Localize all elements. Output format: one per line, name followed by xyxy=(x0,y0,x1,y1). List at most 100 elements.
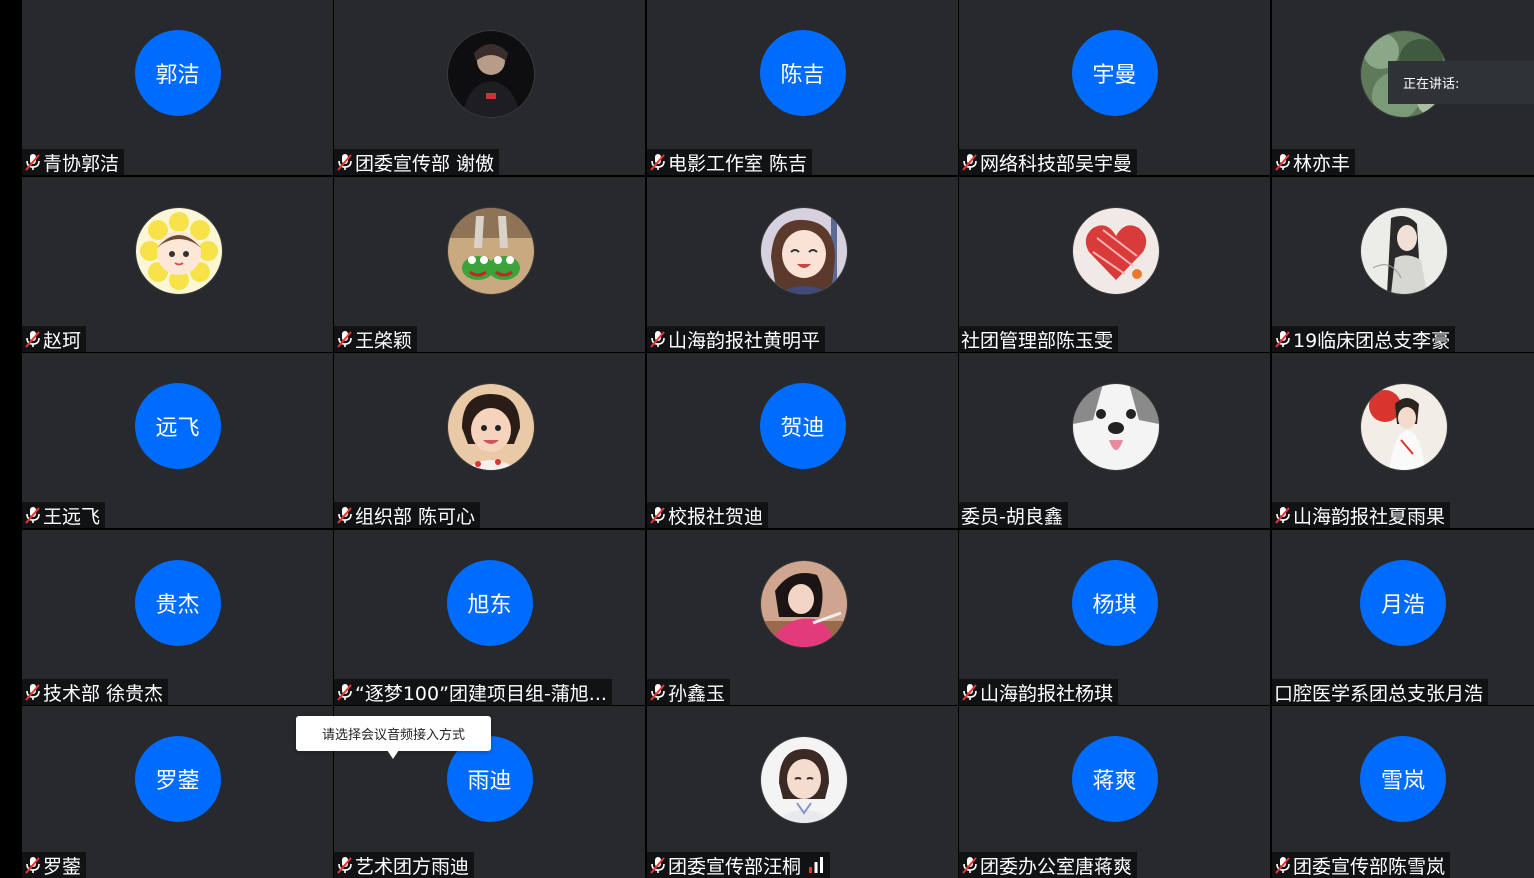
mic-muted-icon xyxy=(961,682,978,702)
avatar-photo xyxy=(1360,383,1448,471)
participant-name: 技术部 徐贵杰 xyxy=(43,682,164,705)
participant-tile[interactable]: 19临床团总支李豪 xyxy=(1272,177,1534,352)
mic-muted-icon xyxy=(1274,329,1291,349)
participant-tile[interactable]: 赵珂 xyxy=(22,177,333,352)
mic-muted-icon xyxy=(24,505,41,525)
participant-name: 组织部 陈可心 xyxy=(355,505,476,528)
participant-name: 团委宣传部陈雪岚 xyxy=(1293,855,1446,878)
participant-name-bar: 委员-胡良鑫 xyxy=(959,502,1068,528)
mic-muted-icon xyxy=(24,329,41,349)
participant-name-bar: 团委宣传部汪桐 xyxy=(647,852,831,878)
avatar-initials: 郭洁 xyxy=(134,30,221,116)
mic-muted-icon xyxy=(961,152,978,172)
mic-muted-icon xyxy=(649,855,666,875)
participant-name-bar: 王远飞 xyxy=(22,502,106,528)
speaking-label: 正在讲话: xyxy=(1403,77,1460,92)
avatar-photo xyxy=(1071,207,1160,295)
participant-name: 口腔医学系团总支张月浩 xyxy=(1274,682,1484,705)
participant-name: 王棨颖 xyxy=(355,329,413,352)
participant-tile[interactable]: 宇曼 网络科技部吴宇曼 xyxy=(959,0,1270,175)
participant-name-bar: 组织部 陈可心 xyxy=(334,502,481,528)
mic-muted-icon xyxy=(336,505,353,525)
participant-tile[interactable]: 杨琪 山海韵报社杨琪 xyxy=(959,530,1270,705)
participant-tile[interactable]: 团委宣传部 谢傲 xyxy=(334,0,645,175)
mic-muted-icon xyxy=(336,682,353,702)
tooltip-arrow xyxy=(387,750,399,759)
participant-name-bar: 赵珂 xyxy=(22,326,87,352)
mic-muted-icon xyxy=(649,152,666,172)
avatar-photo xyxy=(1360,207,1448,295)
participant-name: 青协郭洁 xyxy=(43,152,120,175)
participant-name: 校报社贺迪 xyxy=(668,505,764,528)
participant-name: 罗蓥 xyxy=(43,855,82,878)
participant-name: 王远飞 xyxy=(43,505,101,528)
avatar-photo xyxy=(759,560,848,648)
participant-tile[interactable]: 远飞王远飞 xyxy=(22,353,333,528)
avatar-initials: 月浩 xyxy=(1360,560,1446,646)
participant-name: 委员-胡良鑫 xyxy=(961,505,1063,528)
participant-name-bar: 山海韵报社夏雨果 xyxy=(1272,502,1451,528)
participant-tile[interactable]: 社团管理部陈玉雯 xyxy=(959,177,1270,352)
mic-muted-icon xyxy=(24,152,41,172)
tooltip-text: 请选择会议音频接入方式 xyxy=(321,728,465,743)
avatar-initials: 贵杰 xyxy=(134,560,221,646)
participant-tile[interactable]: 罗蓥 罗蓥 xyxy=(22,706,333,878)
left-edge-strip xyxy=(0,0,22,878)
participant-name-bar: 青协郭洁 xyxy=(22,149,125,175)
participant-name-bar: 社团管理部陈玉雯 xyxy=(959,326,1119,352)
participant-tile[interactable]: 贵杰技术部 徐贵杰 xyxy=(22,530,333,705)
avatar-initials: 贺迪 xyxy=(759,383,846,469)
participant-tile[interactable]: 山海韵报社夏雨果 xyxy=(1272,353,1534,528)
avatar-photo xyxy=(134,207,223,295)
video-grid: 郭洁 青协郭洁 团委宣传部 谢傲 陈吉 电影工作室 陈吉 宇曼 网络科技部吴宇曼 林亦丰 赵珂王… xyxy=(22,0,1534,878)
mic-muted-icon xyxy=(961,855,978,875)
avatar-photo xyxy=(759,736,848,824)
participant-name-bar: 口腔医学系团总支张月浩 xyxy=(1272,679,1489,705)
participant-name-bar: 团委办公室唐蒋爽 xyxy=(959,852,1138,878)
audio-join-tooltip[interactable]: 请选择会议音频接入方式 xyxy=(296,716,491,751)
participant-tile[interactable]: 旭东 “逐梦100”团建项目组-蒲旭... xyxy=(334,530,645,705)
participant-name-bar: 山海韵报社黄明平 xyxy=(647,326,826,352)
participant-name-bar: 19临床团总支李豪 xyxy=(1272,326,1456,352)
participant-name: 赵珂 xyxy=(43,329,82,352)
participant-name: 艺术团方雨迪 xyxy=(355,855,470,878)
mic-muted-icon xyxy=(649,329,666,349)
participant-name-bar: 校报社贺迪 xyxy=(647,502,769,528)
participant-name-bar: 林亦丰 xyxy=(1272,149,1356,175)
participant-name: 孙鑫玉 xyxy=(668,682,726,705)
participant-tile[interactable]: 委员-胡良鑫 xyxy=(959,353,1270,528)
participant-name: 山海韵报社夏雨果 xyxy=(1293,505,1446,528)
mic-muted-icon xyxy=(336,152,353,172)
avatar-initials: 陈吉 xyxy=(759,30,846,116)
participant-name: 山海韵报社黄明平 xyxy=(668,329,821,352)
participant-tile[interactable]: 王棨颖 xyxy=(334,177,645,352)
participant-name-bar: 王棨颖 xyxy=(334,326,418,352)
participant-name: 网络科技部吴宇曼 xyxy=(980,152,1133,175)
mic-muted-icon xyxy=(24,855,41,875)
avatar-initials: 杨琪 xyxy=(1071,560,1158,646)
speaking-indicator-panel: 正在讲话: xyxy=(1388,61,1534,104)
participant-tile[interactable]: 蒋爽团委办公室唐蒋爽 xyxy=(959,706,1270,878)
mic-muted-icon xyxy=(24,682,41,702)
participant-tile[interactable]: 孙鑫玉 xyxy=(647,530,958,705)
participant-tile[interactable]: 郭洁青协郭洁 xyxy=(22,0,333,175)
participant-tile[interactable]: 贺迪校报社贺迪 xyxy=(647,353,958,528)
participant-tile[interactable]: 月浩口腔医学系团总支张月浩 xyxy=(1272,530,1534,705)
participant-name: 电影工作室 陈吉 xyxy=(668,152,808,175)
participant-tile[interactable]: 雪岚团委宣传部陈雪岚 xyxy=(1272,706,1534,878)
participant-tile[interactable]: 陈吉电影工作室 陈吉 xyxy=(647,0,958,175)
avatar-initials: 雪岚 xyxy=(1360,736,1446,822)
participant-tile[interactable]: 团委宣传部汪桐 xyxy=(647,706,958,878)
participant-name-bar: 网络科技部吴宇曼 xyxy=(959,149,1138,175)
avatar-initials: 蒋爽 xyxy=(1071,736,1158,822)
signal-strength-icon xyxy=(807,856,825,874)
participant-name: 19临床团总支李豪 xyxy=(1293,329,1451,352)
mic-muted-icon xyxy=(1274,152,1291,172)
participant-name-bar: 团委宣传部陈雪岚 xyxy=(1272,852,1451,878)
participant-tile[interactable]: 组织部 陈可心 xyxy=(334,353,645,528)
participant-name-bar: 孙鑫玉 xyxy=(647,679,731,705)
participant-name: “逐梦100”团建项目组-蒲旭... xyxy=(355,682,607,705)
avatar-initials: 远飞 xyxy=(134,383,221,469)
participant-name: 林亦丰 xyxy=(1293,152,1351,175)
participant-tile[interactable]: 山海韵报社黄明平 xyxy=(647,177,958,352)
